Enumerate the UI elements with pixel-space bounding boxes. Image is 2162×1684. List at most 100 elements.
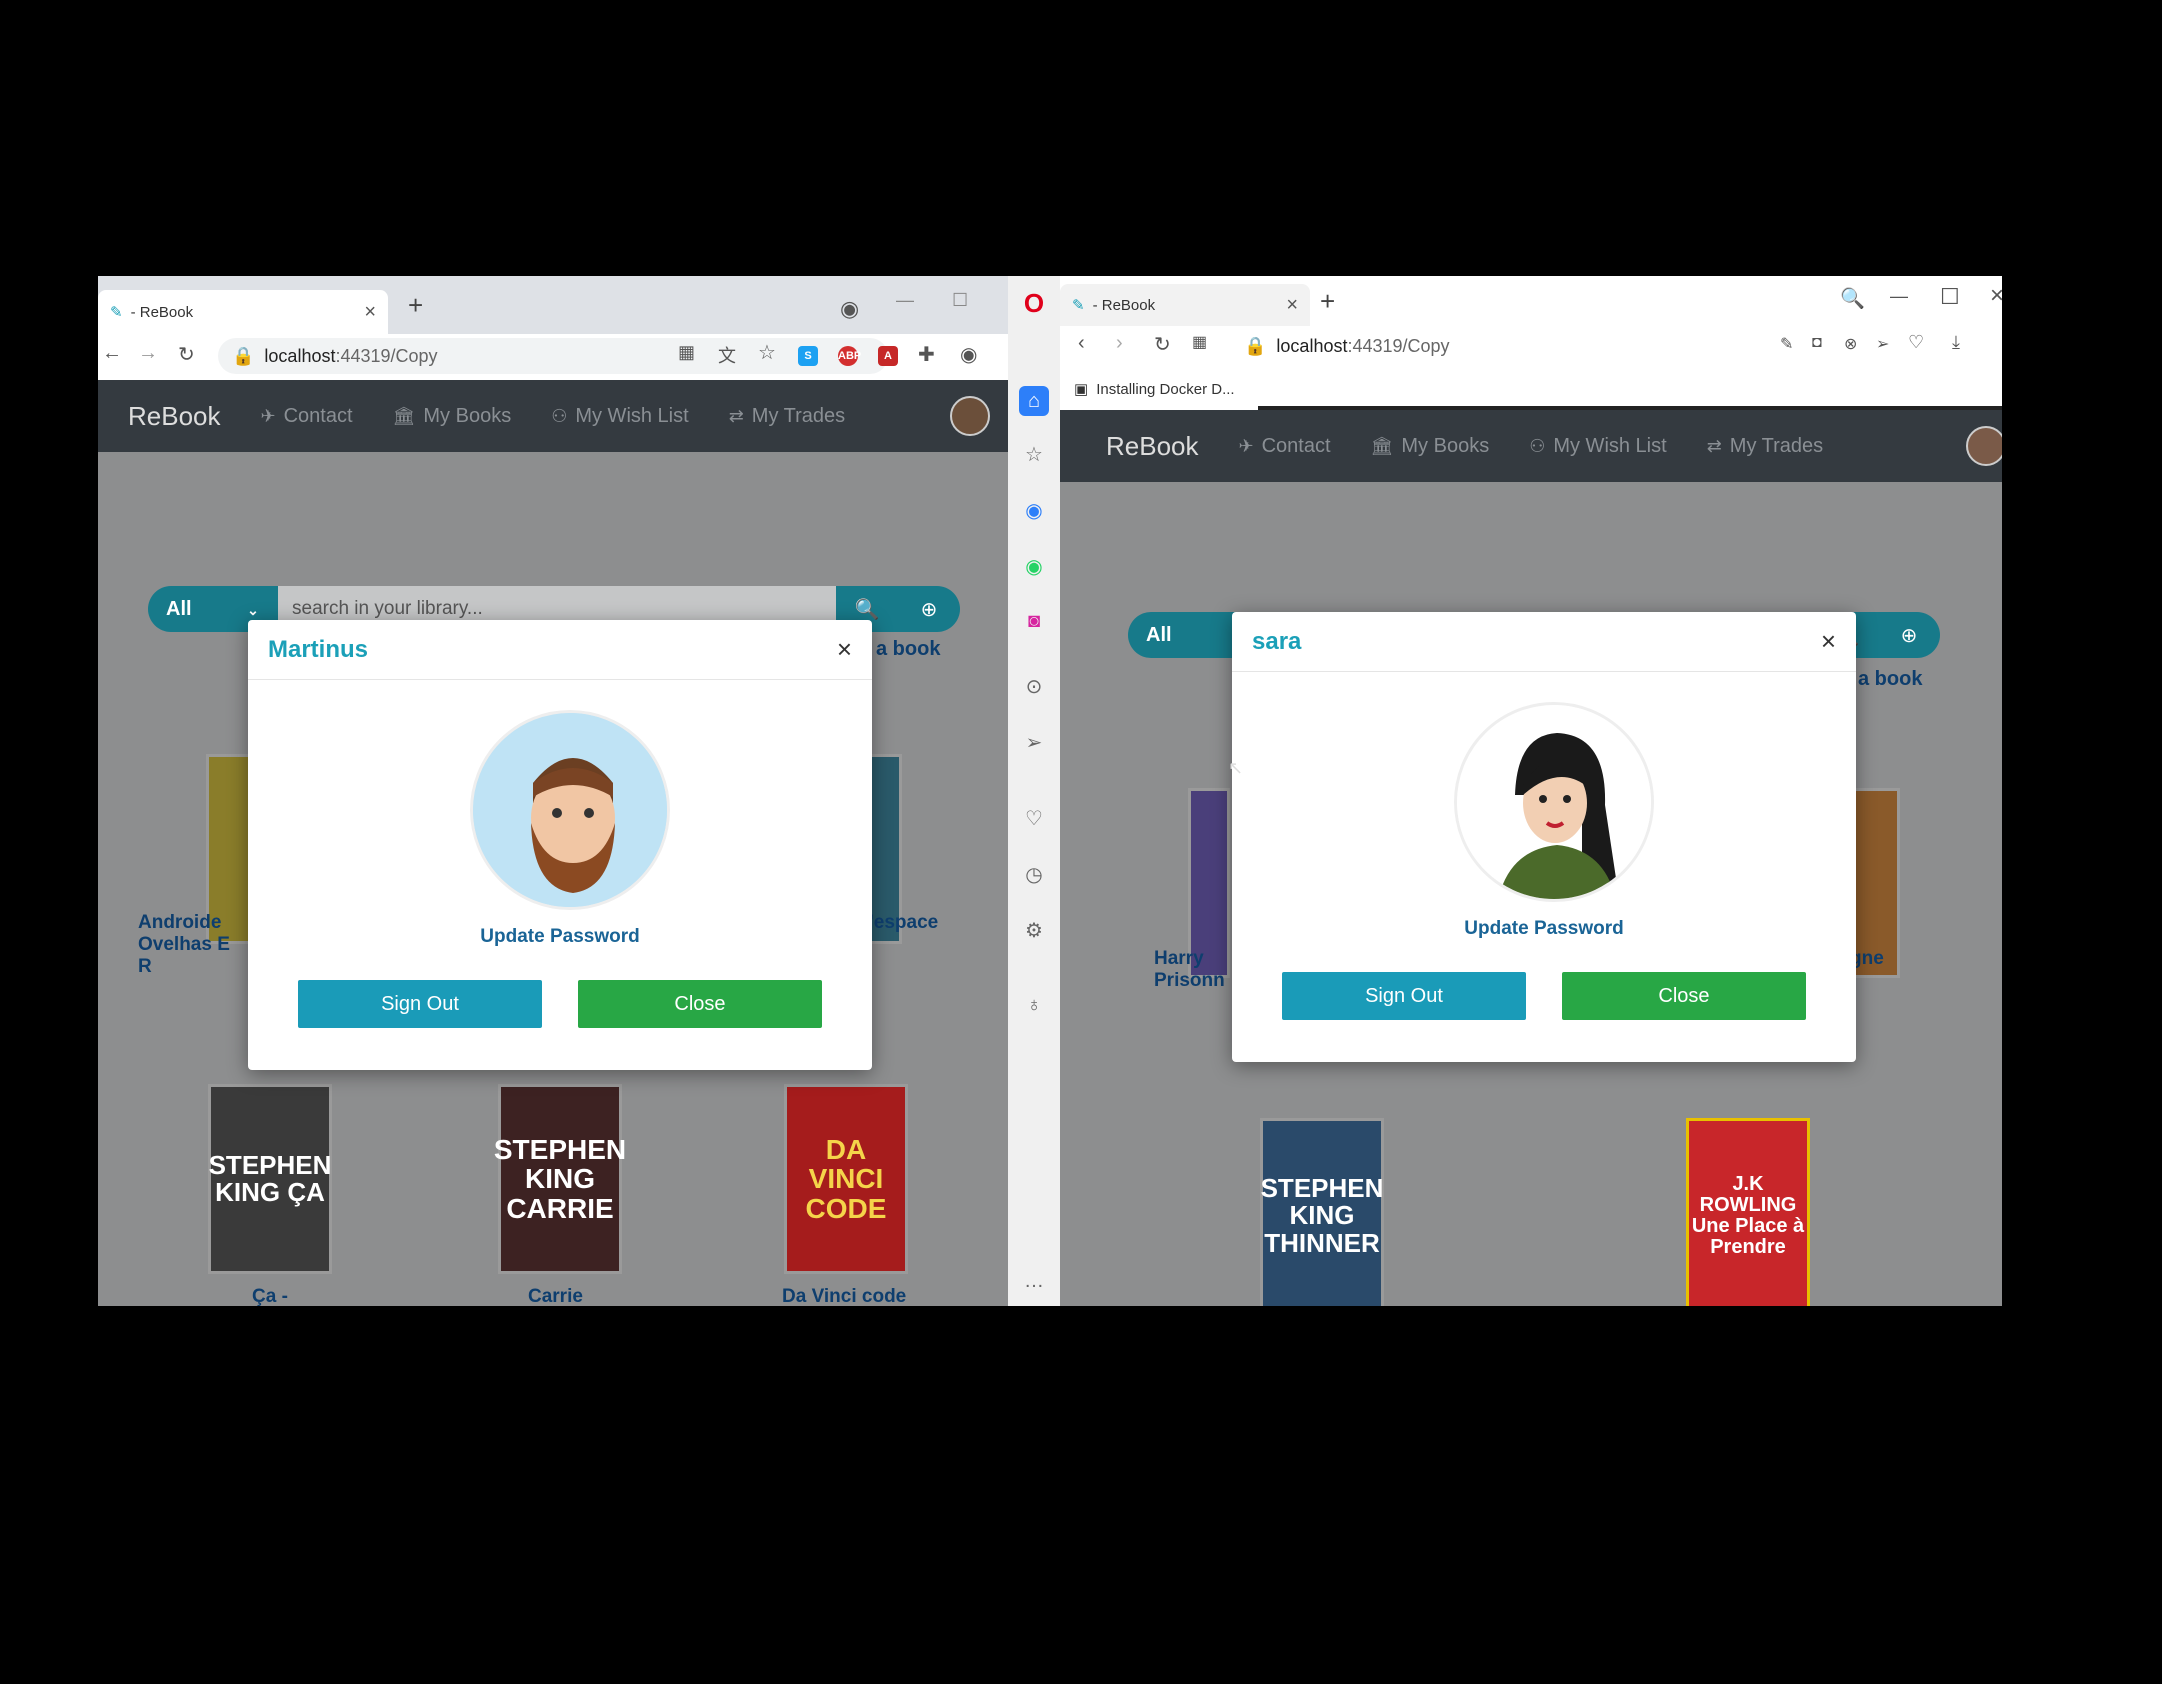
address-bar-row: ‹ › ↻ ▦ 🔒 localhost:44319/Copy ✎ ◘ ⊗ ➢ ♡…	[1060, 326, 2002, 366]
star-icon[interactable]: ☆	[758, 340, 776, 365]
back-icon[interactable]: ←	[102, 342, 122, 365]
close-button[interactable]: Close	[1562, 972, 1806, 1020]
zoom-in-icon[interactable]: ⊕	[898, 586, 960, 632]
instagram-icon[interactable]: ◙	[1028, 610, 1040, 633]
lock-icon: 🔒	[232, 345, 255, 366]
messenger-icon[interactable]: ◉	[1025, 498, 1042, 523]
edit-icon[interactable]: ✎	[1780, 334, 1793, 354]
tab-rebook[interactable]: ✎ - ReBook ×	[1060, 284, 1310, 326]
book-title[interactable]: Da Vinci code	[782, 1286, 906, 1306]
forward-icon[interactable]: →	[138, 342, 158, 365]
nav-contact-label: Contact	[1261, 434, 1331, 457]
new-tab-icon[interactable]: +	[408, 290, 423, 321]
sign-out-button[interactable]: Sign Out	[298, 980, 542, 1028]
speed-dial-icon[interactable]: ▦	[1192, 332, 1207, 352]
new-tab-icon[interactable]: +	[1320, 286, 1335, 317]
update-password-link[interactable]: Update Password	[248, 926, 872, 948]
adblock-icon[interactable]: ⊗	[1844, 334, 1857, 354]
camera-icon[interactable]: ◘	[1812, 334, 1822, 352]
book-cover[interactable]: J.K ROWLING Une Place à Prendre	[1686, 1118, 1810, 1306]
add-book-link[interactable]: a book	[1858, 668, 1922, 691]
maximize-icon[interactable]: ☐	[952, 290, 968, 311]
reload-icon[interactable]: ↻	[178, 342, 195, 367]
book-cover[interactable]: STEPHEN KING ÇA	[208, 1084, 332, 1274]
profile-icon[interactable]: ◉	[960, 342, 977, 367]
close-tab-icon[interactable]: ×	[1286, 294, 1298, 317]
close-tab-icon[interactable]: ×	[364, 301, 376, 324]
book-cover[interactable]: STEPHEN KING THINNER	[1260, 1118, 1384, 1306]
nav-wish-list-label: My Wish List	[575, 404, 689, 427]
home-icon[interactable]: ⌂	[1019, 386, 1049, 416]
nav-my-books-label: My Books	[1401, 434, 1490, 457]
page-content: All 🔍 ⊕ a book Harry Prisonn gne STEPHEN…	[1060, 482, 2002, 1306]
heart-icon[interactable]: ♡	[1025, 806, 1043, 831]
close-window-icon[interactable]: ×	[1990, 282, 2002, 310]
book-cover[interactable]: STEPHEN KING CARRIE	[494, 1084, 626, 1274]
qr-icon[interactable]: ▦	[678, 342, 695, 363]
tab-bar: ✎ - ReBook × + ◉ — ☐	[98, 276, 1008, 334]
settings-gear-icon[interactable]: ⚙	[1025, 918, 1043, 943]
share-icon[interactable]: ➢	[1876, 334, 1889, 354]
nav-my-books[interactable]: 🏛 My Books	[393, 405, 512, 428]
book-title[interactable]: Carrie	[528, 1286, 583, 1306]
minimize-icon[interactable]: —	[1890, 286, 1908, 307]
reload-icon[interactable]: ↻	[1154, 332, 1171, 357]
exchange-icon: ⇄	[728, 405, 744, 426]
address-bar-row: ← → ↻ 🔒 localhost:44319/Copy ▦ 文 ☆ S ABP…	[98, 334, 1008, 378]
nav-my-trades[interactable]: ⇄ My Trades	[1707, 435, 1823, 458]
download-icon[interactable]: ⤓	[1952, 332, 1960, 353]
category-value: All	[1146, 623, 1172, 646]
nav-wish-list-label: My Wish List	[1553, 434, 1667, 457]
nav-my-wish-list[interactable]: ⚇ My Wish List	[551, 405, 688, 428]
translate-icon[interactable]: 文	[718, 342, 736, 368]
add-book-link[interactable]: a book	[876, 638, 940, 661]
url-bar[interactable]: 🔒 localhost:44319/Copy	[218, 338, 888, 374]
user-avatar[interactable]	[950, 396, 990, 436]
back-icon[interactable]: ‹	[1078, 332, 1085, 355]
update-password-link[interactable]: Update Password	[1232, 918, 1856, 940]
profile-dropdown-icon[interactable]: ◉	[840, 296, 859, 322]
nav-my-trades[interactable]: ⇄ My Trades	[729, 405, 845, 428]
star-icon[interactable]: ☆	[1025, 442, 1043, 467]
nav-my-wish-list[interactable]: ⚇ My Wish List	[1529, 435, 1666, 458]
close-icon[interactable]: ×	[837, 634, 852, 665]
book-cover[interactable]: DA VINCI CODE	[784, 1084, 908, 1274]
book-title[interactable]: l'espace	[864, 912, 938, 934]
category-select[interactable]: All ⌄	[148, 598, 278, 621]
maximize-icon[interactable]: ☐	[1940, 284, 1960, 310]
mouse-cursor-icon: ↖	[1228, 758, 1244, 778]
close-icon[interactable]: ×	[1821, 626, 1836, 657]
forward-icon[interactable]: ›	[1116, 332, 1123, 355]
tab-title: - ReBook	[1092, 296, 1156, 314]
history-icon[interactable]: ◷	[1025, 862, 1042, 887]
url-bar[interactable]: 🔒 localhost:44319/Copy	[1230, 328, 1730, 364]
brand-logo[interactable]: ReBook	[128, 401, 221, 432]
whatsapp-icon[interactable]: ◉	[1025, 554, 1042, 579]
nav-my-books[interactable]: 🏛 My Books	[1371, 435, 1490, 458]
player-icon[interactable]: ⊙	[1026, 674, 1043, 699]
nav-contact[interactable]: ✈ Contact	[1239, 435, 1331, 458]
pdf-extension-icon[interactable]: A	[878, 346, 898, 366]
minimize-icon[interactable]: —	[896, 290, 914, 311]
exchange-icon: ⇄	[1706, 435, 1722, 456]
male-avatar-icon	[473, 713, 667, 907]
library-icon: 🏛	[392, 405, 416, 426]
extensions-puzzle-icon[interactable]: ✚	[918, 342, 935, 367]
zoom-in-icon[interactable]: ⊕	[1878, 612, 1940, 658]
more-icon[interactable]: …	[1024, 1270, 1044, 1293]
opera-logo-icon[interactable]: O	[1024, 288, 1044, 319]
adblock-extension-icon[interactable]: ABP	[838, 346, 861, 366]
search-tabs-icon[interactable]: 🔍	[1840, 286, 1865, 311]
tips-lightbulb-icon[interactable]: ♁	[1027, 994, 1042, 1017]
user-avatar[interactable]	[1966, 426, 2002, 466]
skype-extension-icon[interactable]: S	[798, 346, 818, 366]
tab-rebook[interactable]: ✎ - ReBook ×	[98, 290, 388, 334]
book-title[interactable]: Ça -	[252, 1286, 288, 1306]
heart-icon[interactable]: ♡	[1908, 332, 1924, 353]
bookmark-item[interactable]: ▣ Installing Docker D...	[1074, 380, 1235, 399]
nav-contact[interactable]: ✈ Contact	[261, 405, 353, 428]
send-icon[interactable]: ➢	[1026, 730, 1043, 755]
brand-logo[interactable]: ReBook	[1106, 431, 1199, 462]
close-button[interactable]: Close	[578, 980, 822, 1028]
sign-out-button[interactable]: Sign Out	[1282, 972, 1526, 1020]
